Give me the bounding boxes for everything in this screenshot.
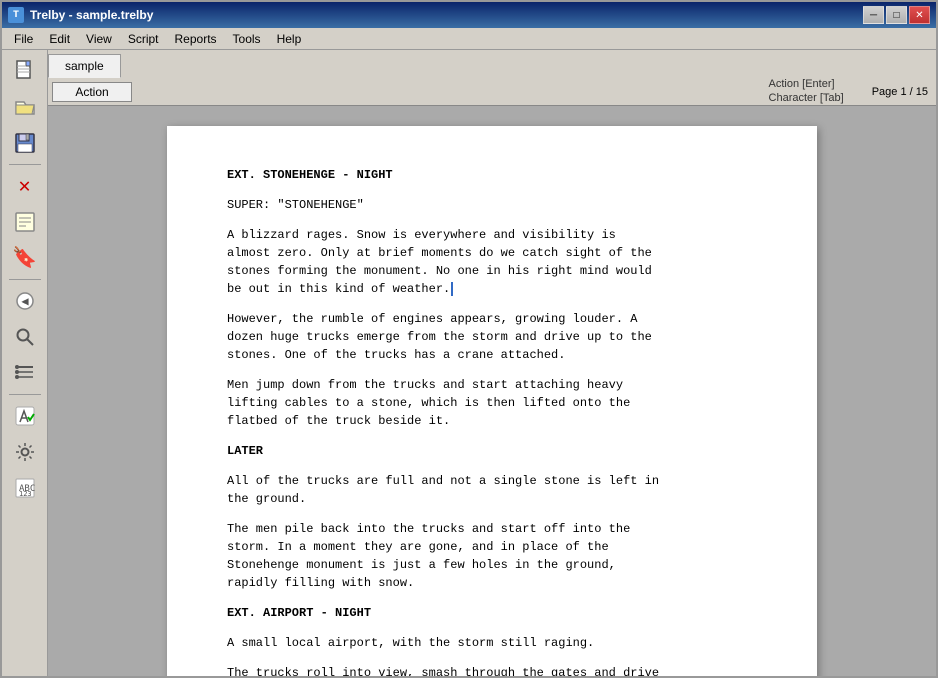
menu-view[interactable]: View: [78, 30, 120, 48]
element-type-indicator[interactable]: Action: [52, 82, 132, 102]
super-line-stonehenge: SUPER: "STONEHENGE": [227, 196, 757, 214]
scene-heading-stonehenge: EXT. STONEHENGE - NIGHT: [227, 166, 757, 184]
page-indicator: Page 1 / 15: [872, 86, 928, 98]
shortcut-hint: Action [Enter] Character [Tab]: [769, 78, 844, 104]
action-men-jump[interactable]: Men jump down from the trucks and start …: [227, 376, 757, 430]
action-men-pile[interactable]: The men pile back into the trucks and st…: [227, 520, 757, 592]
menu-bar: File Edit View Script Reports Tools Help: [2, 28, 936, 50]
tab-sample[interactable]: sample: [48, 54, 121, 78]
menu-tools[interactable]: Tools: [225, 30, 269, 48]
new-file-button[interactable]: [7, 54, 43, 88]
close-button[interactable]: ✕: [909, 6, 930, 24]
scene-heading-airport: EXT. AIRPORT - NIGHT: [227, 604, 757, 622]
delete-button[interactable]: ✕: [7, 169, 43, 203]
open-file-button[interactable]: [7, 90, 43, 124]
spellcheck-button[interactable]: [7, 399, 43, 433]
main-window: T Trelby - sample.trelby ─ □ ✕ File Edit…: [0, 0, 938, 678]
content-area: sample Action Action [Enter] Character […: [48, 50, 936, 676]
later-heading: LATER: [227, 442, 757, 460]
bookmark-button[interactable]: 🔖: [7, 241, 43, 275]
characters-button[interactable]: ABC123: [7, 471, 43, 505]
menu-file[interactable]: File: [6, 30, 41, 48]
tab-bar: sample: [48, 50, 936, 78]
action-trucks-roll[interactable]: The trucks roll into view, smash through…: [227, 664, 757, 676]
title-bar-left: T Trelby - sample.trelby: [8, 7, 153, 23]
action-blizzard[interactable]: A blizzard rages. Snow is everywhere and…: [227, 226, 757, 298]
title-bar: T Trelby - sample.trelby ─ □ ✕: [2, 2, 936, 28]
toolbar-separator-1: [9, 164, 41, 165]
menu-reports[interactable]: Reports: [167, 30, 225, 48]
svg-text:◀: ◀: [21, 295, 29, 309]
main-area: ✕ 🔖 ◀ ABC123: [2, 50, 936, 676]
action-trucks-full[interactable]: All of the trucks are full and not a sin…: [227, 472, 757, 508]
save-button[interactable]: [7, 126, 43, 160]
action-rumble[interactable]: However, the rumble of engines appears, …: [227, 310, 757, 364]
menu-edit[interactable]: Edit: [41, 30, 78, 48]
title-bar-controls: ─ □ ✕: [863, 6, 930, 24]
editor-toolbar: Action Action [Enter] Character [Tab] Pa…: [48, 78, 936, 106]
search-button[interactable]: [7, 320, 43, 354]
toolbar-separator-2: [9, 279, 41, 280]
settings-button[interactable]: [7, 435, 43, 469]
script-scroll-area[interactable]: EXT. STONEHENGE - NIGHT SUPER: "STONEHEN…: [48, 106, 936, 676]
app-icon: T: [8, 7, 24, 23]
svg-text:123: 123: [19, 490, 32, 498]
notes-button[interactable]: [7, 205, 43, 239]
action-airport-desc[interactable]: A small local airport, with the storm st…: [227, 634, 757, 652]
sidebar-toolbar: ✕ 🔖 ◀ ABC123: [2, 50, 48, 676]
outline-button[interactable]: [7, 356, 43, 390]
toolbar-separator-3: [9, 394, 41, 395]
menu-help[interactable]: Help: [269, 30, 310, 48]
window-title: Trelby - sample.trelby: [30, 8, 153, 22]
script-container: EXT. STONEHENGE - NIGHT SUPER: "STONEHEN…: [48, 106, 936, 676]
script-page: EXT. STONEHENGE - NIGHT SUPER: "STONEHEN…: [167, 126, 817, 676]
menu-script[interactable]: Script: [120, 30, 167, 48]
maximize-button[interactable]: □: [886, 6, 907, 24]
text-cursor: [451, 282, 453, 296]
minimize-button[interactable]: ─: [863, 6, 884, 24]
navigator-button[interactable]: ◀: [7, 284, 43, 318]
